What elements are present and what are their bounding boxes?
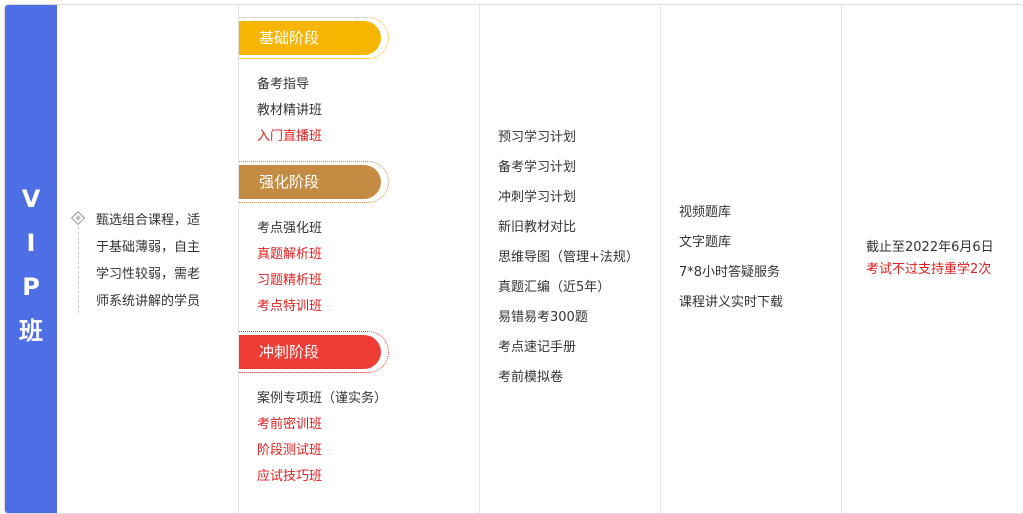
validity-column: 截止至2022年6月6日 考试不过支持重学2次: [842, 5, 1023, 513]
services-column: 视频题库文字题库 7*8小时答疑服务 课程讲义实时下载: [661, 5, 842, 513]
stage-header-3[interactable]: 冲刺阶段: [239, 331, 389, 373]
course-item[interactable]: 习题精析班: [257, 268, 322, 294]
course-item[interactable]: 案例专项班（谨实务）: [257, 386, 387, 412]
stage-course-list: 考点强化班 真题解析班 习题精析班 考点特训班: [257, 216, 322, 320]
vip-label: VIP班: [5, 177, 57, 353]
course-item[interactable]: 考点强化班: [257, 216, 322, 242]
materials-column: 预习学习计划 备考学习计划 冲刺学习计划 新旧教材对比思维导图（管理+法规） 真题汇编（…: [480, 5, 661, 513]
service-item: 课程讲义实时下载: [679, 295, 784, 310]
material-item: 真题汇编（近5年）: [498, 280, 611, 295]
services-list: 视频题库文字题库 7*8小时答疑服务 课程讲义实时下载: [679, 198, 783, 318]
course-intro: 甄选组合课程，适 于基础薄弱，自主 学习性较弱，需老 师系统讲解的学员: [70, 207, 223, 315]
course-item[interactable]: 备考指导: [257, 72, 322, 98]
service-item: 7*8小时答疑服务: [679, 265, 781, 280]
stage-title: 基础阶段: [239, 21, 381, 55]
dashed-connector: [78, 227, 79, 313]
vip-letter: P: [22, 273, 40, 301]
stage-course-list: 备考指导 教材精讲班 入门直播班: [257, 72, 322, 150]
course-item[interactable]: 教材精讲班: [257, 98, 322, 124]
stage-header-1[interactable]: 基础阶段: [239, 17, 389, 59]
material-item: 冲刺学习计划: [498, 190, 577, 205]
intro-line: 甄选组合课程，适: [96, 213, 201, 228]
course-item[interactable]: 应试技巧班: [257, 464, 387, 490]
material-item: 思维导图（管理+法规）: [498, 250, 639, 265]
course-item[interactable]: 考点特训班: [257, 294, 322, 320]
stage-title: 冲刺阶段: [239, 335, 381, 369]
stage-course-list: 案例专项班（谨实务） 考前密训班 阶段测试班 应试技巧班: [257, 386, 387, 490]
intro-line: 师系统讲解的学员: [96, 294, 201, 309]
vip-letter: 班: [19, 317, 43, 345]
stages-column: 基础阶段备考指导 教材精讲班 入门直播班强化阶段考点强化班 真题解析班 习题精析班 考点特…: [239, 5, 480, 513]
course-item[interactable]: 阶段测试班: [257, 438, 387, 464]
material-item: 易错易考300题: [498, 310, 588, 325]
stage-header-2[interactable]: 强化阶段: [239, 161, 389, 203]
material-item: 备考学习计划: [498, 160, 577, 175]
diamond-bullet-icon: [70, 210, 86, 226]
course-item[interactable]: 入门直播班: [257, 124, 322, 150]
intro-column: 甄选组合课程，适 于基础薄弱，自主 学习性较弱，需老 师系统讲解的学员: [57, 5, 239, 513]
material-item: 考点速记手册: [498, 340, 577, 355]
material-item: 预习学习计划: [498, 130, 577, 145]
course-item[interactable]: 考前密训班: [257, 412, 387, 438]
course-item[interactable]: 真题解析班: [257, 242, 322, 268]
vip-label-column: VIP班: [5, 5, 57, 513]
validity-note: 截止至2022年6月6日 考试不过支持重学2次: [866, 237, 994, 281]
stage-title: 强化阶段: [239, 165, 381, 199]
vip-letter: V: [21, 185, 41, 213]
intro-line: 于基础薄弱，自主: [96, 240, 201, 255]
service-item: 视频题库: [679, 205, 732, 220]
material-item: 考前模拟卷: [498, 370, 564, 385]
vip-course-table: VIP班 甄选组合课程，适 于基础薄弱，自主 学习性较弱，需老 师系统讲解的学员…: [4, 4, 1023, 514]
retake-text: 考试不过支持重学2次: [866, 262, 992, 277]
material-item: 新旧教材对比: [498, 220, 577, 235]
vip-letter: I: [26, 229, 36, 257]
intro-line: 学习性较弱，需老: [96, 267, 201, 282]
materials-list: 预习学习计划 备考学习计划 冲刺学习计划 新旧教材对比思维导图（管理+法规） 真题汇编（…: [498, 123, 639, 393]
deadline-text: 截止至2022年6月6日: [866, 240, 994, 255]
service-item: 文字题库: [679, 235, 732, 250]
